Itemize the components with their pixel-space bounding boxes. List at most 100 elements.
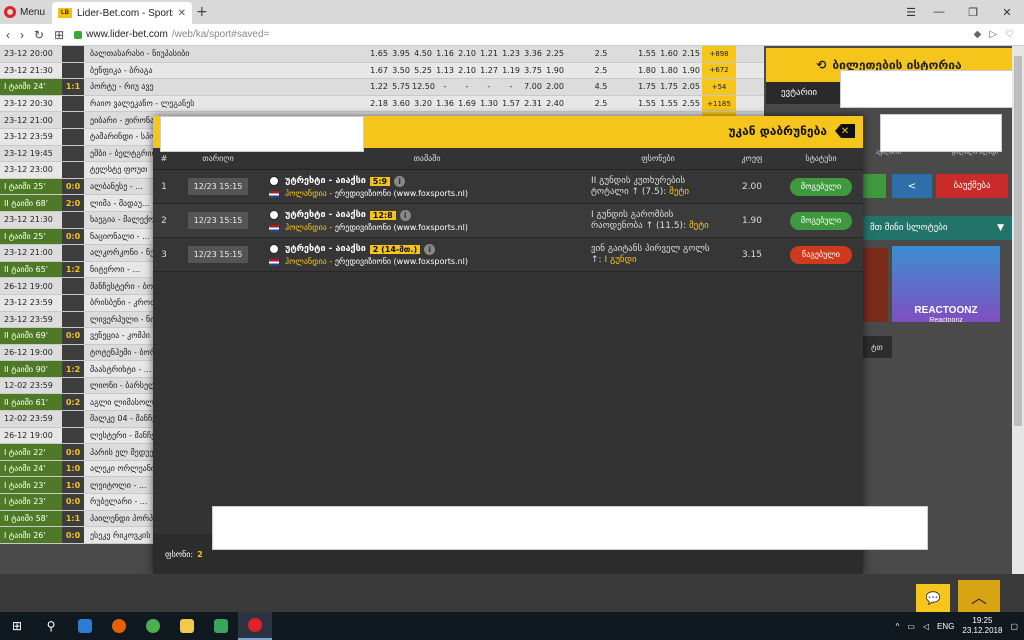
info-icon[interactable]: i (394, 175, 406, 187)
odd-cell[interactable]: 1.13 (434, 66, 456, 75)
odd-cell[interactable]: 1.80 (658, 66, 680, 75)
restore-button[interactable]: ❐ (956, 0, 990, 24)
odd-cell[interactable]: 1.90 (680, 66, 702, 75)
speed-dial-icon[interactable]: ⊞ (54, 28, 64, 42)
scrollbar-thumb[interactable] (1014, 56, 1022, 426)
odd-cell[interactable]: - (434, 82, 456, 91)
minimize-button[interactable]: — (922, 0, 956, 24)
odd-cell[interactable]: 1.75 (636, 82, 658, 91)
more-markets-badge[interactable]: +1185 (702, 95, 736, 112)
windows-start-icon[interactable]: ⊞ (0, 612, 34, 640)
scroll-top-button[interactable]: ︿ (958, 580, 1000, 612)
info-icon[interactable]: i (424, 243, 436, 255)
mini-slots-bar[interactable]: მთ მინი სლოტები ▼ (862, 216, 1012, 240)
close-window-button[interactable]: ✕ (990, 0, 1024, 24)
odd-cell[interactable]: 1.36 (434, 99, 456, 108)
url-field[interactable]: www.lider-bet.com/web/ka/sport#saved= (74, 29, 964, 40)
info-icon[interactable]: i (399, 209, 411, 221)
odd-cell[interactable]: 2.10 (456, 66, 478, 75)
opera-menu-button[interactable]: Menu (4, 4, 45, 20)
firefox-icon[interactable] (102, 612, 136, 640)
odd-cell[interactable]: 1.75 (658, 82, 680, 91)
match-name[interactable]: ბენფიკა - ბრაგა (84, 66, 368, 75)
odd-cell[interactable]: 1.69 (456, 99, 478, 108)
odd-cell[interactable]: 1.21 (478, 49, 500, 58)
more-markets-badge[interactable]: +54 (702, 79, 736, 95)
odd-cell[interactable]: 1.23 (500, 49, 522, 58)
odd-cell[interactable]: 1.19 (500, 66, 522, 75)
odd-cell[interactable]: 2.25 (544, 49, 566, 58)
chat-button[interactable]: 💬 (916, 584, 950, 612)
send-icon[interactable]: ▷ (989, 29, 997, 40)
odds-row[interactable]: 23-12 21:30 ბენფიკა - ბრაგა 1.67 3.50 5.25 1.… (0, 62, 764, 80)
odd-cell[interactable]: 3.75 (522, 66, 544, 75)
odd-cell[interactable]: 2.15 (680, 49, 702, 58)
opera-taskbar-icon[interactable] (238, 612, 272, 640)
chrome-icon[interactable] (136, 612, 170, 640)
slot-game-reactoonz[interactable]: REACTOONZ Reactoonz (892, 246, 1000, 324)
odds-row[interactable]: 23-12 20:30 რაიო ვალეკანო - ლეგანეს 2.18 3.… (0, 95, 764, 113)
odd-cell[interactable]: 1.55 (636, 99, 658, 108)
odd-cell[interactable]: - (500, 82, 522, 91)
odd-cell[interactable]: - (478, 82, 500, 91)
odd-cell[interactable]: - (456, 82, 478, 91)
odd-cell[interactable]: 3.95 (390, 49, 412, 58)
new-tab-button[interactable]: + (196, 4, 208, 20)
page-scrollbar[interactable] (1012, 46, 1024, 574)
odd-cell[interactable]: 1.27 (478, 66, 500, 75)
odd-cell[interactable]: 1.30 (478, 99, 500, 108)
odd-cell[interactable]: 7.00 (522, 82, 544, 91)
odd-cell[interactable]: 3.20 (412, 99, 434, 108)
search-icon[interactable]: ⚲ (34, 612, 68, 640)
back-arrow-icon[interactable]: ✕ (835, 124, 855, 138)
odd-cell[interactable]: 1.65 (368, 49, 390, 58)
odd-cell[interactable]: 1.80 (636, 66, 658, 75)
forward-button[interactable]: › (20, 28, 24, 42)
back-button[interactable]: ‹ (6, 28, 10, 42)
file-explorer-icon[interactable] (170, 612, 204, 640)
right-panel-tab[interactable]: ევტარიი (766, 82, 832, 104)
network-icon[interactable]: ▭ (907, 622, 915, 631)
odd-cell[interactable]: 1.22 (368, 82, 390, 91)
odds-row[interactable]: 23-12 20:00 ბალთასარასი - ნიუპასიბი 1.65 3.… (0, 46, 764, 63)
match-name[interactable]: პორტუ - რიუ ავე (84, 82, 368, 91)
odd-cell[interactable]: 1.67 (368, 66, 390, 75)
odd-cell[interactable]: 3.60 (390, 99, 412, 108)
odd-cell[interactable]: 5.25 (412, 66, 434, 75)
odd-cell[interactable]: 12.50 (412, 82, 435, 91)
match-name[interactable]: რაიო ვალეკანო - ლეგანეს (84, 99, 368, 108)
odd-cell[interactable]: 2.00 (544, 82, 566, 91)
green-button[interactable] (862, 174, 886, 198)
share-button[interactable]: < (892, 174, 932, 198)
odd-cell[interactable]: 3.36 (522, 49, 544, 58)
odd-cell[interactable]: 1.55 (636, 49, 658, 58)
more-markets-badge[interactable]: +672 (702, 62, 736, 79)
clock[interactable]: 19:25 23.12.2018 (962, 616, 1002, 636)
odd-cell[interactable]: 2.40 (544, 99, 566, 108)
app-icon[interactable] (204, 612, 238, 640)
odd-cell[interactable]: 3.50 (390, 66, 412, 75)
odd-cell[interactable]: 4.50 (412, 49, 434, 58)
cancel-button[interactable]: ბაუქმება (936, 174, 1008, 198)
odd-cell[interactable]: 2.55 (680, 99, 702, 108)
volume-icon[interactable]: ◁ (923, 622, 929, 631)
heart-icon[interactable]: ♡ (1005, 29, 1014, 40)
modal-back-title[interactable]: უკან დაბრუნება (728, 124, 827, 138)
extension-icon[interactable]: ◆ (974, 29, 982, 40)
odds-row[interactable]: I ტაიმი 24' 1:1 პორტუ - რიუ ავე 1.22 5.75 12.… (0, 79, 764, 96)
odd-cell[interactable]: 1.57 (500, 99, 522, 108)
more-markets-badge[interactable]: +898 (702, 46, 736, 62)
odd-cell[interactable]: 1.90 (544, 66, 566, 75)
language-indicator[interactable]: ENG (937, 622, 954, 631)
browser-tab-active[interactable]: LB Lider-Bet.com - Sports and ✕ (52, 2, 192, 24)
close-icon[interactable]: ✕ (178, 8, 186, 19)
odd-cell[interactable]: 2.31 (522, 99, 544, 108)
odd-cell[interactable]: 1.16 (434, 49, 456, 58)
odd-cell[interactable]: 5.75 (390, 82, 412, 91)
tab-filter-icon[interactable]: ☰ (900, 0, 922, 24)
odd-cell[interactable]: 2.10 (456, 49, 478, 58)
right-panel-tab-partial[interactable]: ტთ (862, 336, 892, 358)
tray-chevron-icon[interactable]: ^ (896, 622, 900, 631)
edge-icon[interactable] (68, 612, 102, 640)
odd-cell[interactable]: 2.18 (368, 99, 390, 108)
